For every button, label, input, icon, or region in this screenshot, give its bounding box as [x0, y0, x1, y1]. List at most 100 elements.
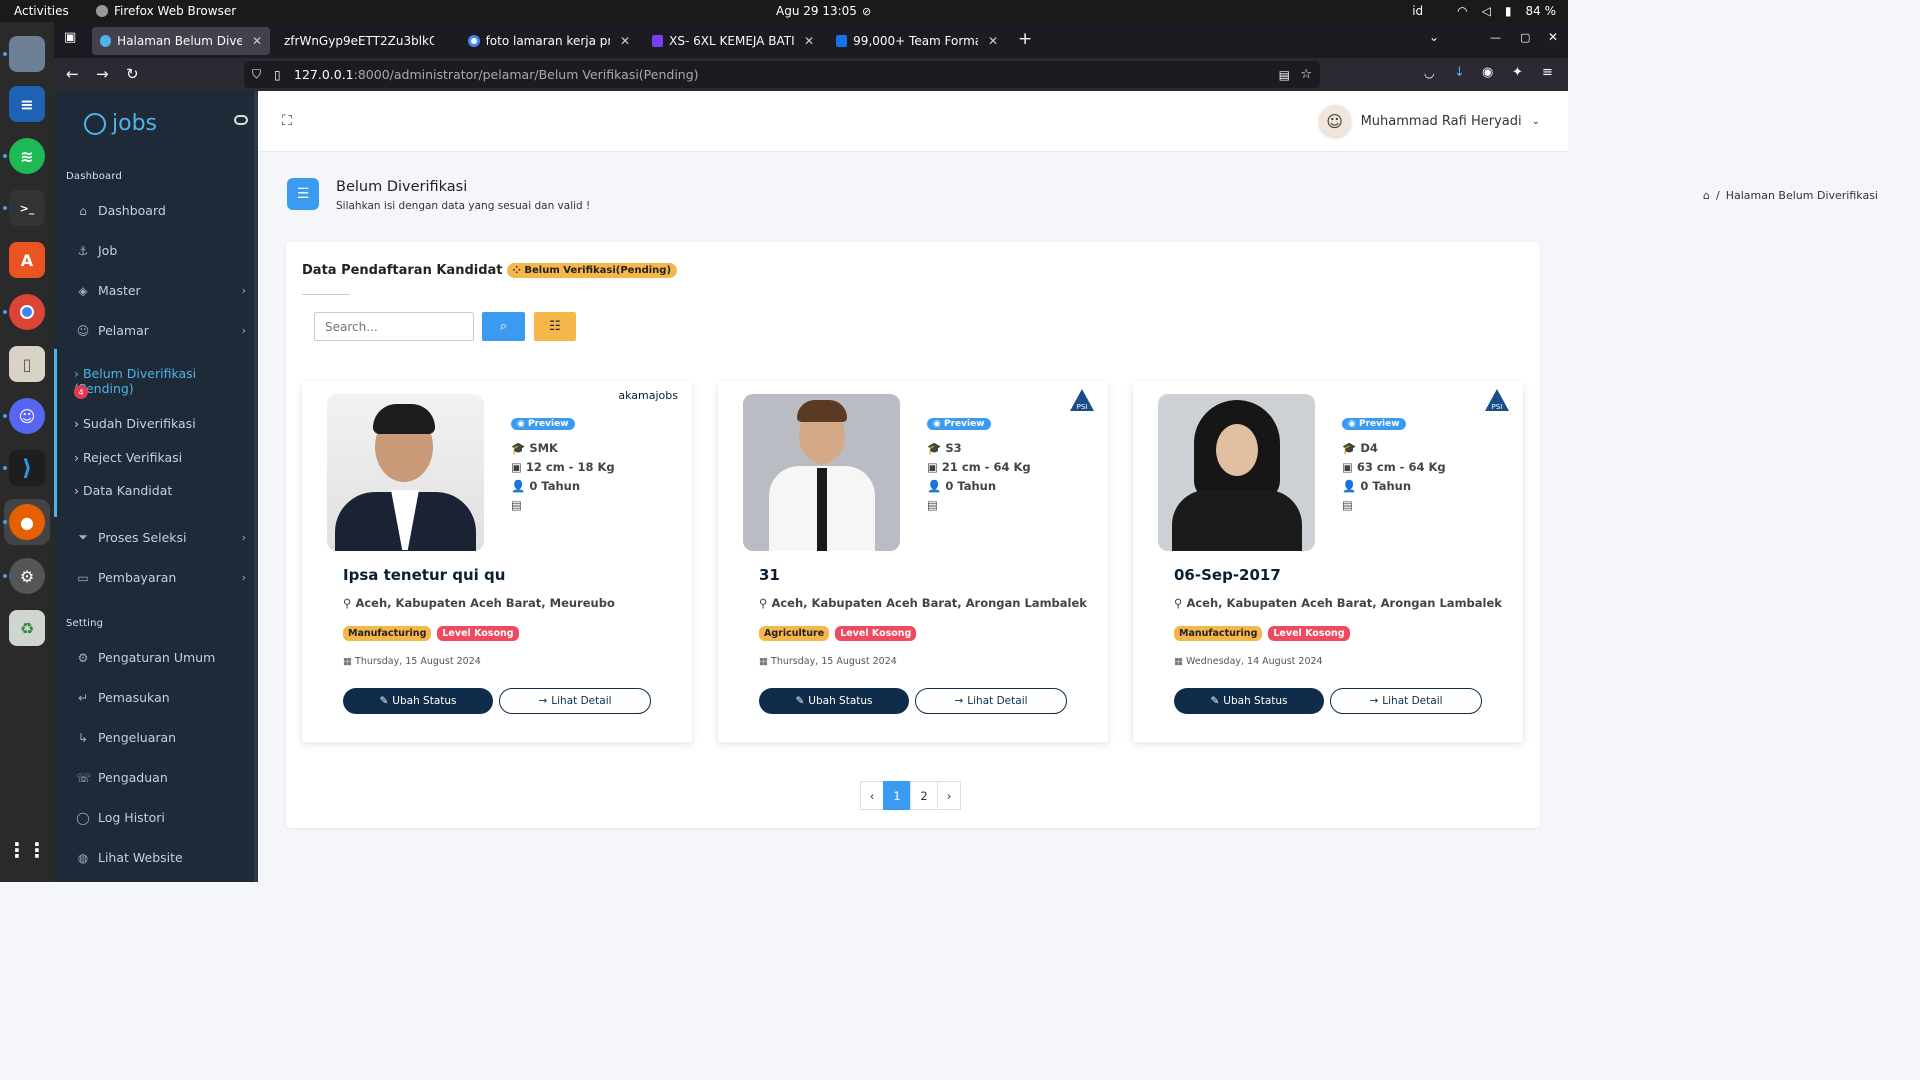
- chevron-right-icon: ›: [241, 284, 246, 297]
- sidebar-item-proses-seleksi[interactable]: ⏷ Proses Seleksi ›: [76, 530, 252, 545]
- tab-team-formal[interactable]: 99,000+ Team Formal Pic ✕: [828, 27, 1006, 55]
- show-apps-icon[interactable]: ⋮⋮: [7, 832, 47, 868]
- sidebar-item-pelamar[interactable]: ☺ Pelamar ›: [76, 323, 252, 338]
- sidebar-item-pemasukan[interactable]: ↵ Pemasukan: [76, 690, 252, 705]
- tab-label: foto lamaran kerja pria -: [485, 34, 610, 48]
- discord-icon[interactable]: ☺: [9, 398, 45, 434]
- forward-icon[interactable]: →: [96, 65, 109, 83]
- new-tab-button[interactable]: +: [1018, 29, 1032, 49]
- sidebar-item-master[interactable]: ◈ Master ›: [76, 283, 252, 298]
- close-icon[interactable]: ✕: [988, 34, 998, 48]
- language-indicator[interactable]: id: [1412, 4, 1423, 18]
- archive-icon[interactable]: ▯: [9, 346, 45, 382]
- filter-button[interactable]: ☷: [534, 312, 576, 341]
- corner-arrow-icon: ↳: [77, 730, 89, 745]
- fullscreen-icon[interactable]: ⛶: [282, 113, 292, 129]
- files-icon[interactable]: [9, 36, 45, 72]
- view-detail-button[interactable]: → Lihat Detail: [499, 688, 651, 714]
- panel-title: Data Pendaftaran Kandidat ⁘ Belum Verifi…: [302, 263, 678, 278]
- sidebar-item-pengaduan[interactable]: ☏ Pengaduan: [76, 770, 252, 785]
- anchor-icon: ⚓: [77, 243, 89, 258]
- preview-button[interactable]: ◉ Preview: [927, 418, 991, 430]
- sidebar-item-log-histori[interactable]: ◯ Log Histori: [76, 810, 252, 825]
- firefox-dock-icon[interactable]: ●: [9, 504, 45, 540]
- maximize-icon[interactable]: ▢: [1520, 31, 1530, 44]
- sidebar-subitem-sudah-diverifikasi[interactable]: › Sudah Diverifikasi: [74, 416, 196, 431]
- pagination-page-1[interactable]: 1: [883, 781, 911, 810]
- trash-icon[interactable]: ♻: [9, 610, 45, 646]
- window-close-icon[interactable]: ✕: [1548, 30, 1558, 44]
- tab-list-icon[interactable]: ⌄: [1429, 30, 1439, 44]
- view-detail-button[interactable]: → Lihat Detail: [915, 688, 1067, 714]
- home-icon[interactable]: ⌂: [1703, 189, 1710, 202]
- chevron-right-icon: ›: [241, 324, 246, 337]
- site-favicon: [100, 35, 112, 47]
- sidebar-item-label: Log Histori: [98, 810, 165, 825]
- change-status-button[interactable]: ✎ Ubah Status: [343, 688, 493, 714]
- brand-logo[interactable]: jobs: [84, 111, 157, 136]
- system-tray[interactable]: id ◠ ◁ ▮ 84 %: [1412, 4, 1556, 18]
- sidebar-toggle[interactable]: [234, 115, 248, 125]
- view-detail-button[interactable]: → Lihat Detail: [1330, 688, 1482, 714]
- shop-icon: [652, 35, 664, 47]
- vscode-icon[interactable]: ⟩: [9, 450, 45, 486]
- sidebar-scrollbar[interactable]: [254, 91, 258, 882]
- sidebar-subitem-reject-verifikasi[interactable]: › Reject Verifikasi: [74, 450, 182, 465]
- layers-icon: ◈: [78, 283, 88, 298]
- sidebar-item-pengaturan-umum[interactable]: ⚙ Pengaturan Umum: [76, 650, 252, 665]
- tab-overview-icon[interactable]: ▣: [64, 30, 76, 45]
- pagination-prev[interactable]: ‹: [860, 781, 884, 810]
- sidebar-subitem-data-kandidat[interactable]: › Data Kandidat: [74, 483, 172, 498]
- sidebar-item-pengeluaran[interactable]: ↳ Pengeluaran: [76, 730, 252, 745]
- menu-icon[interactable]: ≡: [1542, 65, 1553, 80]
- close-icon[interactable]: ✕: [620, 34, 630, 48]
- chevron-right-icon: ›: [241, 571, 246, 584]
- preview-button[interactable]: ◉ Preview: [1342, 418, 1406, 430]
- minimize-icon[interactable]: —: [1490, 31, 1501, 44]
- account-icon[interactable]: ◉: [1482, 65, 1493, 80]
- close-icon[interactable]: ✕: [252, 34, 262, 48]
- search-button[interactable]: ⌕: [482, 312, 525, 341]
- tab-kemeja-batik[interactable]: XS- 6XL KEMEJA BATIK P ✕: [644, 27, 822, 55]
- sidebar-item-pembayaran[interactable]: ▭ Pembayaran ›: [76, 570, 252, 585]
- close-icon[interactable]: ✕: [804, 34, 814, 48]
- back-icon[interactable]: ←: [66, 65, 79, 83]
- tab-foto-lamaran[interactable]: foto lamaran kerja pria - ✕: [460, 27, 638, 55]
- tag-list: Manufacturing Level Kosong: [1174, 626, 1350, 641]
- extensions-icon[interactable]: ✦: [1512, 65, 1523, 80]
- tab-zfrwn[interactable]: zfrWnGyp9eETT2Zu3blkOz: [276, 27, 454, 55]
- reader-view-icon[interactable]: ▤: [1279, 68, 1290, 82]
- settings-icon[interactable]: ⚙: [9, 558, 45, 594]
- active-app-indicator[interactable]: Firefox Web Browser: [96, 4, 236, 18]
- experience-value: 0 Tahun: [1360, 479, 1412, 493]
- chrome-icon[interactable]: [9, 294, 45, 330]
- user-menu[interactable]: ☺ Muhammad Rafi Heryadi ⌄: [1318, 105, 1540, 137]
- spotify-icon[interactable]: ≋: [9, 138, 45, 174]
- sidebar-item-dashboard[interactable]: ⌂ Dashboard: [76, 203, 252, 218]
- experience: 👤 0 Tahun: [511, 479, 580, 493]
- active-indicator: [54, 349, 57, 517]
- document-viewer-icon[interactable]: ≡: [9, 86, 45, 122]
- change-status-button[interactable]: ✎ Ubah Status: [1174, 688, 1324, 714]
- reload-icon[interactable]: ↻: [126, 65, 139, 83]
- bookmark-star-icon[interactable]: ☆: [1300, 67, 1312, 82]
- search-input[interactable]: [314, 312, 474, 341]
- pocket-icon[interactable]: ◡: [1424, 66, 1434, 80]
- location-value: Aceh, Kabupaten Aceh Barat, Arongan Lamb…: [1186, 596, 1502, 610]
- section-label-setting: Setting: [66, 618, 104, 629]
- sidebar-item-lihat-website[interactable]: ◍ Lihat Website: [76, 850, 252, 865]
- url-bar[interactable]: ⛉ ▯ 127.0.0.1 :8000/administrator/pelama…: [244, 61, 1320, 88]
- sidebar-item-job[interactable]: ⚓ Job: [76, 243, 252, 258]
- pagination-page-2[interactable]: 2: [910, 781, 938, 810]
- tab-halaman-belum[interactable]: Halaman Belum Diverifik ✕: [92, 27, 270, 55]
- chevron-right-icon: ›: [241, 531, 246, 544]
- clock[interactable]: Agu 29 13:05: [776, 4, 857, 18]
- pagination-next[interactable]: ›: [937, 781, 961, 810]
- downloads-icon[interactable]: ↓: [1454, 65, 1465, 80]
- sidebar-subitem-belum-diverifikasi[interactable]: › Belum Diverifikasi (Pending): [74, 366, 258, 396]
- activities-button[interactable]: Activities: [14, 4, 69, 18]
- preview-button[interactable]: ◉ Preview: [511, 418, 575, 430]
- change-status-button[interactable]: ✎ Ubah Status: [759, 688, 909, 714]
- app-center-icon[interactable]: A: [9, 242, 45, 278]
- terminal-icon[interactable]: >_: [9, 190, 45, 226]
